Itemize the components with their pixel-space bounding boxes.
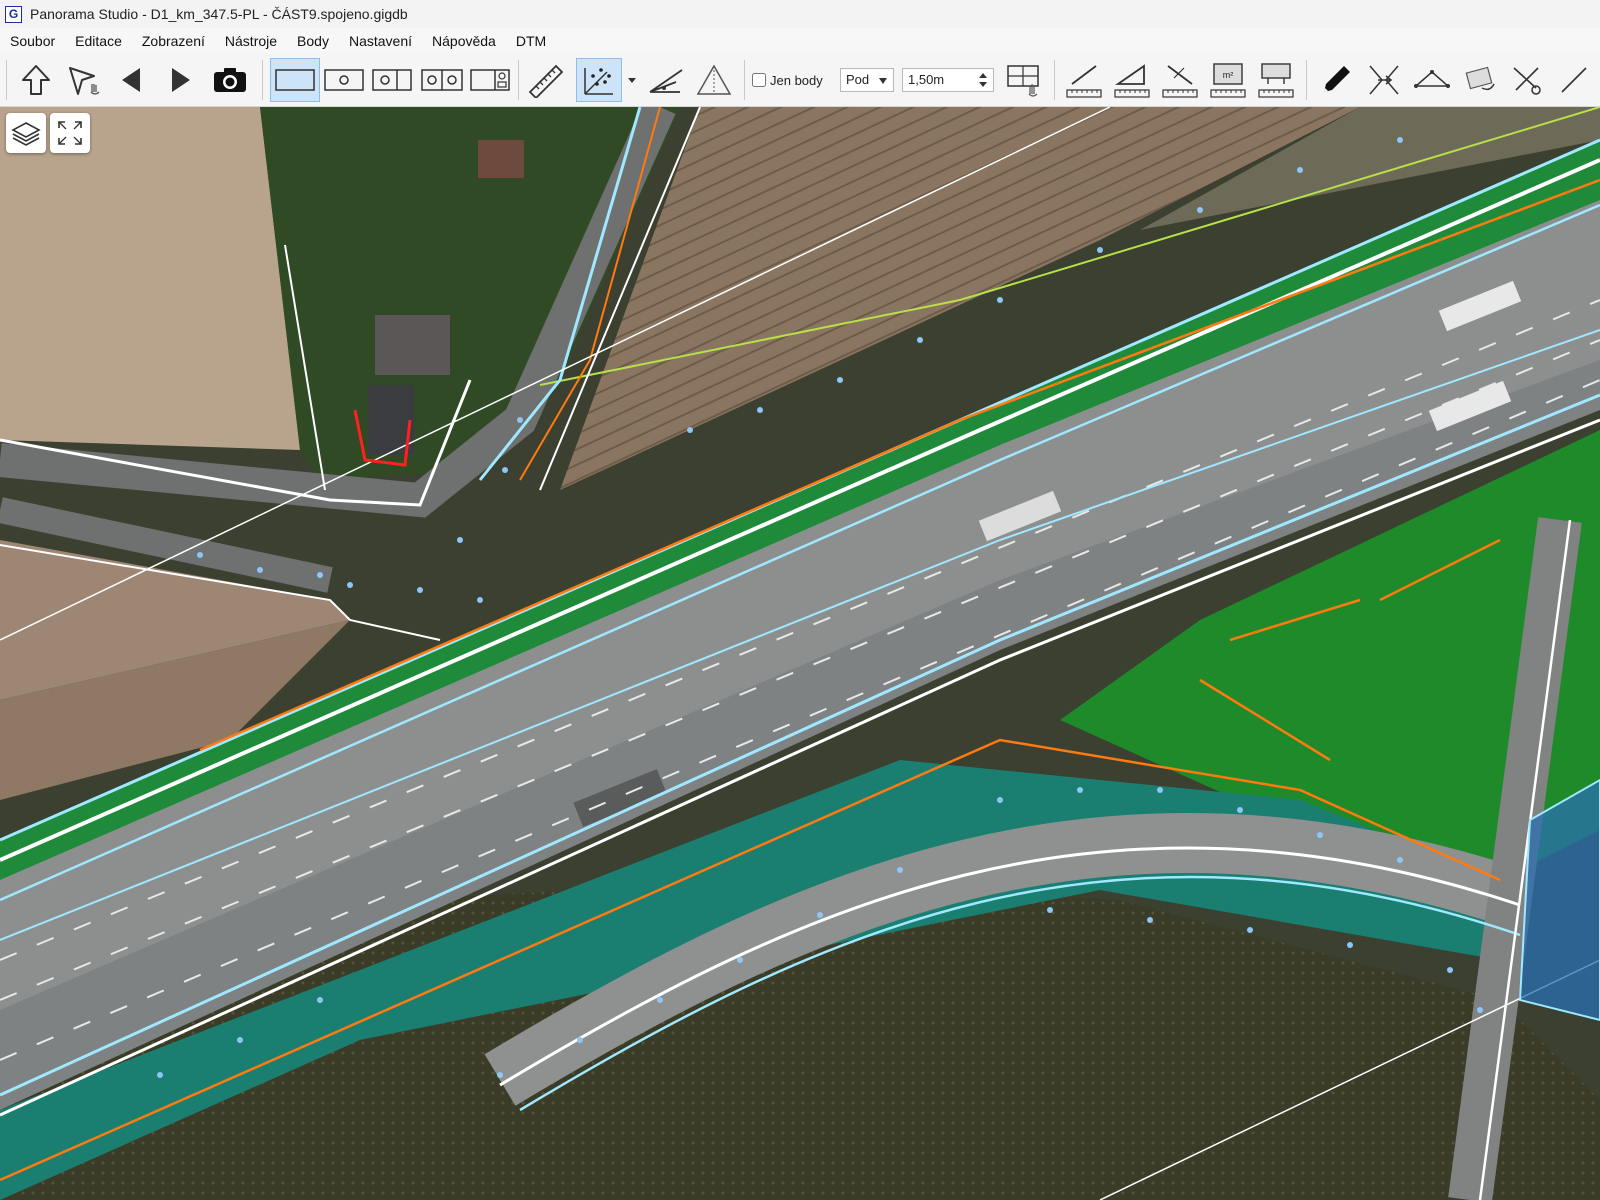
transform-icon [1465,66,1495,91]
window-title: Panorama Studio - D1_km_347.5-PL - ČÁST9… [30,6,408,22]
view-double-circle-button[interactable] [418,58,466,102]
measure-volume-button[interactable] [1254,58,1298,102]
menu-zobrazeni[interactable]: Zobrazení [132,28,215,54]
toolbar-separator [518,60,519,100]
polyline-icon [1414,70,1450,88]
menu-nastroje[interactable]: Nástroje [215,28,287,54]
toolbar-separator [262,60,263,100]
grid-hand-icon [1007,65,1039,97]
menu-body[interactable]: Body [287,28,339,54]
points-dropdown-button[interactable] [624,58,640,102]
toolbar-grip [6,60,7,100]
transform-button[interactable] [1458,58,1502,102]
measure-panel-icon [1258,63,1294,98]
line-tool-icon [1561,67,1587,93]
select-tool-button[interactable] [60,58,108,102]
layers-button[interactable] [6,113,46,153]
spinner-arrows-icon[interactable] [978,71,988,89]
menu-dtm[interactable]: DTM [506,28,556,54]
camera-icon [214,68,246,92]
angle-icon [649,69,683,93]
split-arrows-icon [1369,65,1399,95]
jen-body-toggle[interactable]: Jen body [752,58,834,102]
saw-ruler-icon [528,64,564,98]
panel-double-circle-icon [421,69,463,91]
measure-height-button[interactable] [1110,58,1154,102]
triangle-right-icon [172,68,190,92]
jen-body-checkbox[interactable] [752,73,766,87]
menu-soubor[interactable]: Soubor [0,28,65,54]
scissors-icon [1513,67,1541,95]
measure-area-button[interactable]: m² [1206,58,1250,102]
view-split-circle-button[interactable] [370,58,414,102]
main-toolbar: Jen body Pod 1,50m m² [0,54,1600,107]
snapshot-button[interactable] [208,58,252,102]
polyline-button[interactable] [1410,58,1454,102]
map-view[interactable] [0,107,1600,1200]
panel-grid-icon [470,69,510,91]
previous-button[interactable] [112,58,152,102]
more-tools-button[interactable] [1554,58,1594,102]
fullscreen-icon [58,121,82,145]
view-circle-button[interactable] [322,58,366,102]
area-unit-label: m² [1223,70,1234,80]
title-bar: G Panorama Studio - D1_km_347.5-PL - ČÁS… [0,0,1600,28]
measure-triangle-icon [1114,64,1150,98]
toolbar-separator [1054,60,1055,100]
move-up-button[interactable] [14,58,58,102]
toolbar-separator [1306,60,1307,100]
points-tool-button[interactable] [576,58,622,102]
mode-select[interactable]: Pod [840,68,894,92]
next-button[interactable] [160,58,200,102]
panel-circle-icon [324,69,364,91]
jen-body-label: Jen body [770,72,823,88]
measure-distance-button[interactable] [1062,58,1106,102]
panel-split-circle-icon [372,69,412,91]
caret-down-icon [628,78,636,83]
distance-value: 1,50m [908,72,945,87]
app-icon: G [5,5,22,23]
measure-slope-button[interactable] [1158,58,1202,102]
caret-down-icon [879,78,887,84]
layers-icon [11,122,41,146]
toolbar-separator [744,60,745,100]
view-single-button[interactable] [270,58,320,102]
split-line-button[interactable] [1362,58,1406,102]
field-left-upper [0,107,300,450]
measure-line-icon [1066,65,1102,98]
grid-select-button[interactable] [1002,58,1046,102]
measure-area-icon: m² [1210,63,1246,98]
distance-stepper[interactable]: 1,50m [902,68,994,92]
angle-tool-button[interactable] [644,58,688,102]
triangle-left-icon [122,68,140,92]
cursor-triangle-icon [69,67,100,95]
menu-napoveda[interactable]: Nápověda [422,28,506,54]
view-grid-button[interactable] [468,58,512,102]
menu-editace[interactable]: Editace [65,28,132,54]
mode-select-value: Pod [846,72,870,87]
single-panel-icon [275,69,315,91]
aerial-map-canvas[interactable] [0,107,1600,1200]
fullscreen-button[interactable] [50,113,90,153]
menu-bar: Soubor Editace Zobrazení Nástroje Body N… [0,28,1600,54]
triangle-mesh-icon [696,64,732,95]
shed-roof [478,140,524,178]
edit-button[interactable] [1314,58,1358,102]
house-roof [375,315,450,375]
menu-nastaveni[interactable]: Nastavení [339,28,422,54]
measure-slope-icon [1162,65,1198,98]
arrow-up-icon [22,65,50,95]
pencil-icon [1324,66,1350,92]
cut-button[interactable] [1506,58,1550,102]
measure-tape-button[interactable] [524,58,568,102]
triangle-tool-button[interactable] [692,58,736,102]
points-axes-icon [584,68,613,95]
